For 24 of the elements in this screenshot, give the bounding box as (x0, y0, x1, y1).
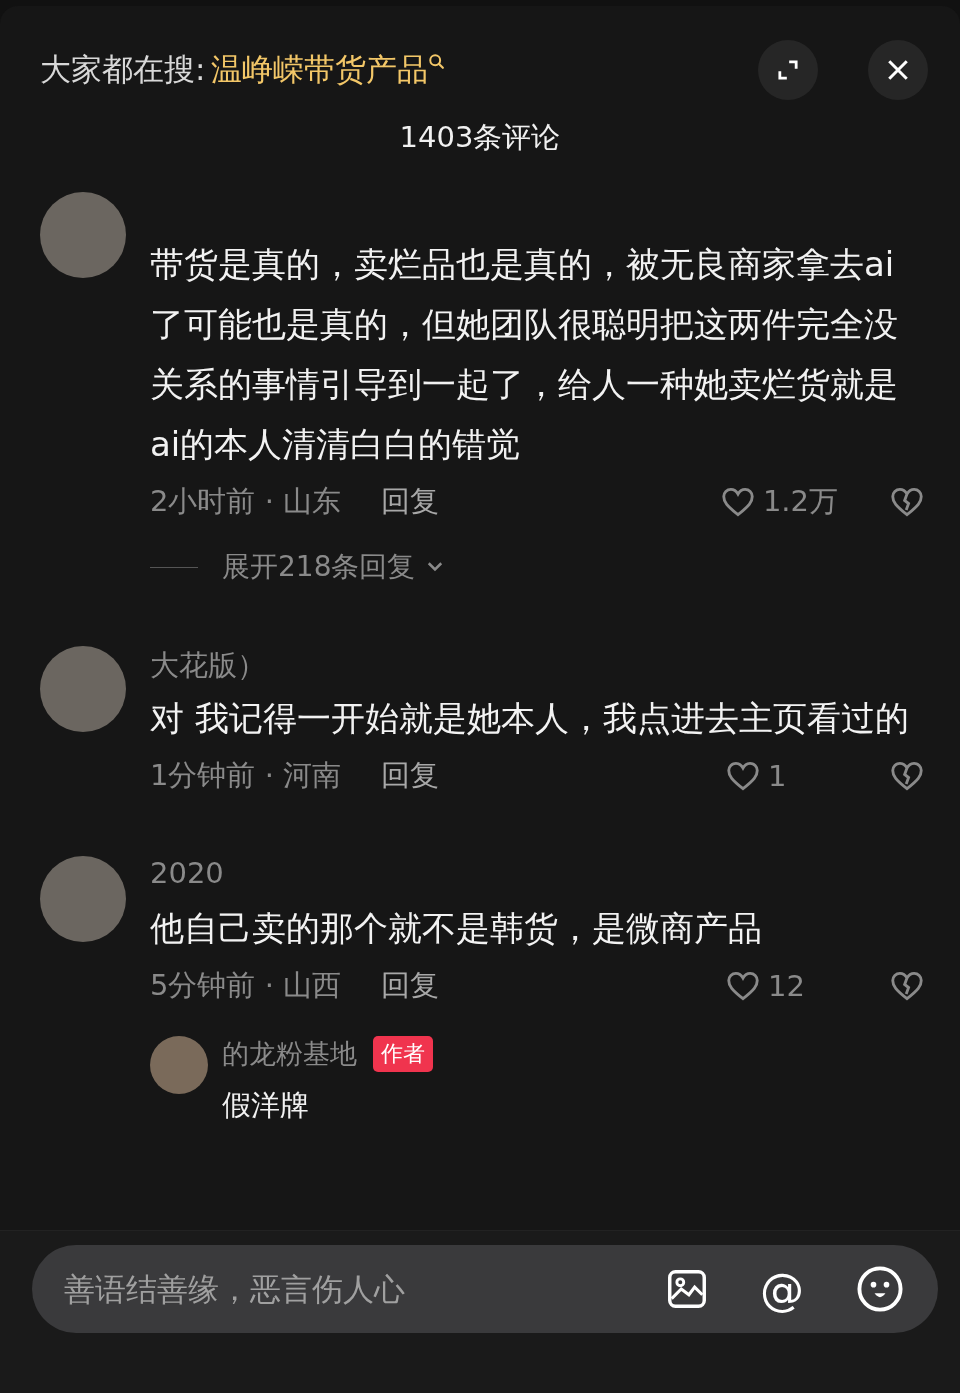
comment-text: 他自己卖的那个就不是韩货，是微商产品 (150, 907, 763, 950)
author-badge: 作者 (373, 1036, 433, 1072)
reply-link[interactable]: 回复 (381, 756, 440, 796)
like-count: 1 (768, 759, 788, 793)
search-icon (428, 53, 447, 71)
comment-text: 对 我记得一开始就是她本人，我点进去主页看过的 (150, 697, 910, 740)
comment-time-location: 5分钟前 · 山西 (150, 967, 342, 1004)
reply-link[interactable]: 回复 (381, 966, 440, 1006)
comment-input-field[interactable]: 善语结善缘，恶言伤人心 @ (32, 1245, 938, 1333)
reply-link[interactable]: 回复 (381, 482, 440, 522)
search-suggestion-link[interactable]: 温峥嵘带货产品 (211, 49, 429, 91)
comment-time-location: 2小时前 · 山东 (150, 483, 342, 520)
like-count: 12 (768, 969, 806, 1003)
mention-button[interactable]: @ (760, 1263, 804, 1315)
search-label: 大家都在搜: (40, 50, 206, 89)
comment-time-location: 1分钟前 · 河南 (150, 757, 342, 794)
comment-text: 带货是真的，卖烂品也是真的，被无良商家拿去ai了可能也是真的，但她团队很聪明把这两件完全没关系的事情引导到一起了，给人一种她卖烂货就是ai的本人清清白白的错觉 (150, 243, 899, 466)
username[interactable]: 2020 (150, 856, 224, 890)
reply-text: 假洋牌 (222, 1087, 310, 1124)
comment-count: 1403条评论 (398, 119, 562, 156)
like-count: 1.2万 (762, 483, 838, 520)
username[interactable]: 的龙粉基地 (222, 1036, 357, 1072)
expand-replies-link[interactable]: 展开218条回复 (222, 548, 416, 586)
username[interactable]: 大花版） (150, 648, 266, 682)
